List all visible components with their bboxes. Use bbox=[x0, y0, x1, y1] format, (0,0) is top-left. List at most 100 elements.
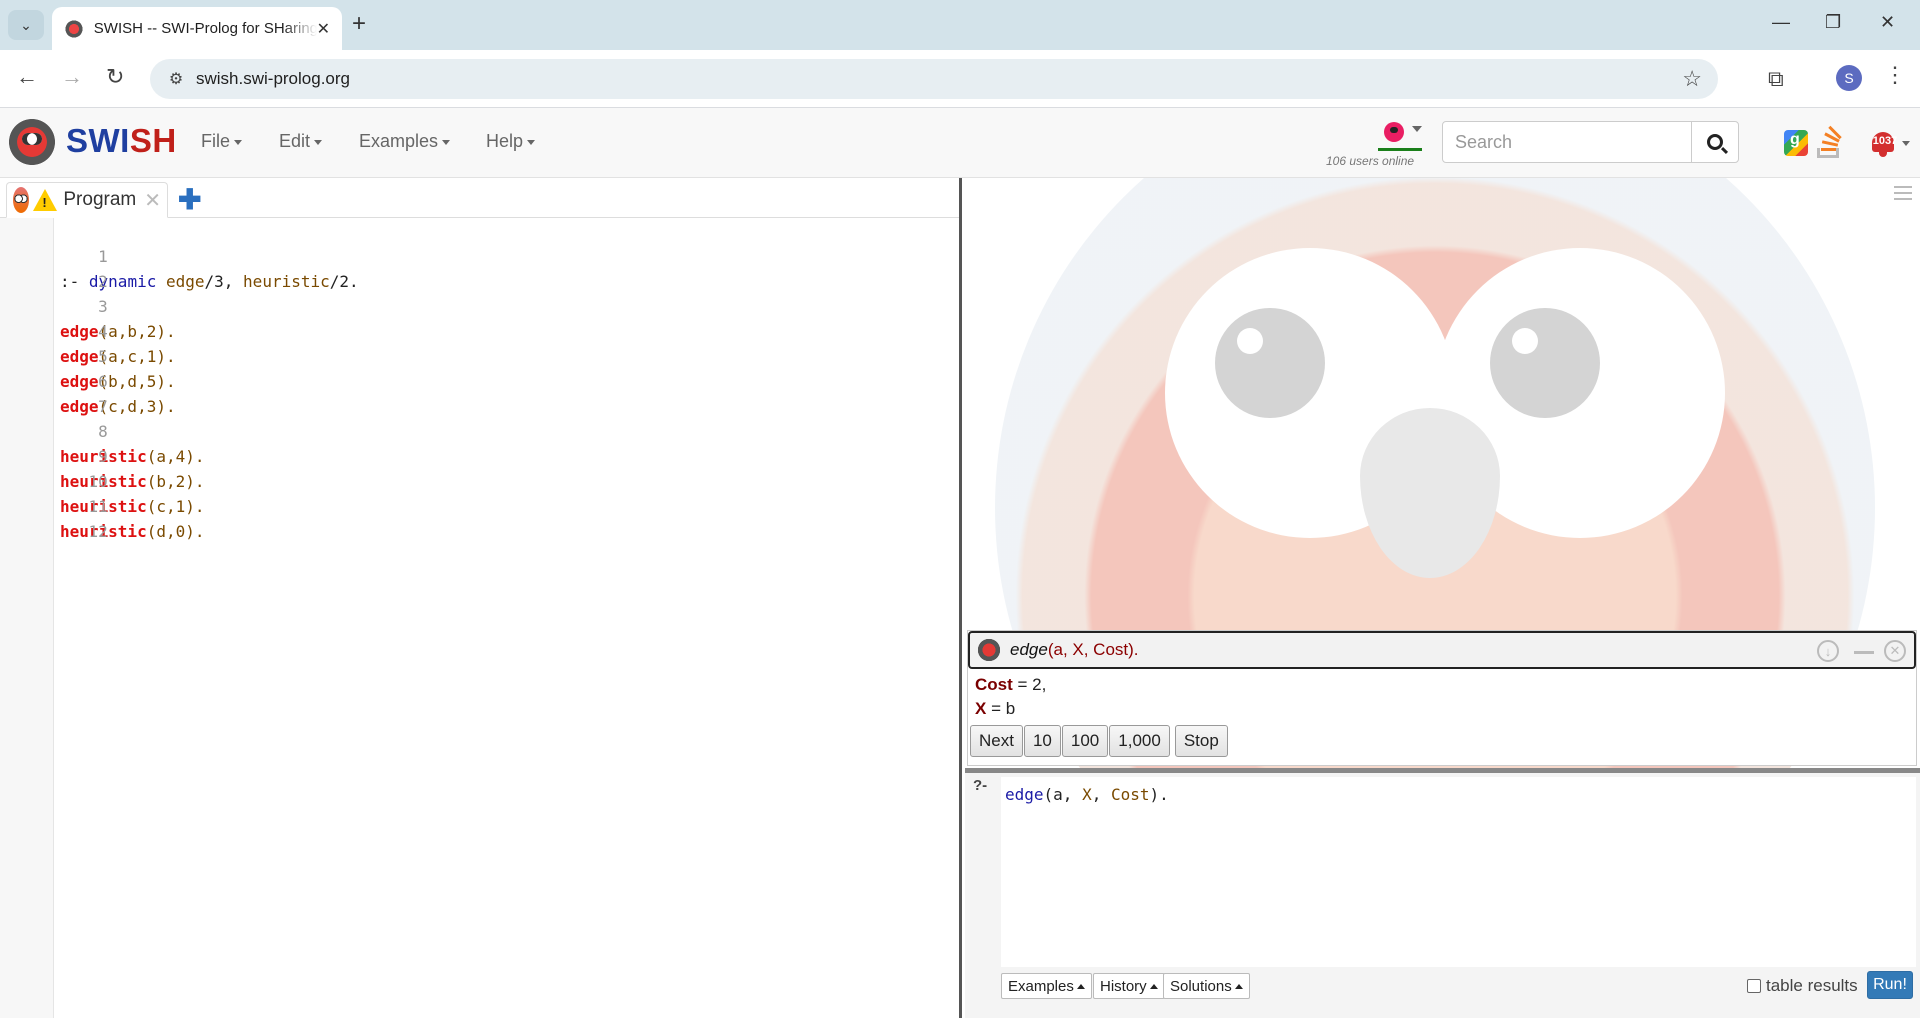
answer-binding: X = b bbox=[975, 699, 1015, 719]
notification-count: 1037 bbox=[1872, 135, 1898, 147]
examples-dropdown-button[interactable]: Examples bbox=[1001, 973, 1092, 999]
run-button[interactable]: Run! bbox=[1867, 971, 1913, 999]
editor-tab-bar: Program ✕ ✚ bbox=[0, 178, 959, 218]
close-window-button[interactable]: ✕ bbox=[1880, 12, 1895, 33]
search-button[interactable] bbox=[1691, 121, 1739, 163]
swish-navbar: SWISH File Edit Examples Help 106 users … bbox=[0, 108, 1920, 178]
extensions-icon[interactable]: ⧉ bbox=[1768, 66, 1784, 92]
profile-avatar[interactable]: S bbox=[1836, 65, 1862, 91]
answer-header: edge(a, X, Cost). ↓ ✕ bbox=[968, 631, 1916, 669]
stackoverflow-icon[interactable] bbox=[1815, 125, 1843, 158]
owl-pupil-right bbox=[1490, 308, 1600, 418]
browser-tab-active[interactable]: SWISH -- SWI-Prolog for SHaring ✕ bbox=[52, 7, 342, 50]
pane-menu-icon[interactable] bbox=[1894, 186, 1912, 204]
query-token: ). bbox=[1149, 785, 1169, 804]
add-tab-button[interactable]: ✚ bbox=[178, 183, 201, 216]
code-token: (a,b,2). bbox=[98, 322, 176, 341]
restore-window-button[interactable]: ❐ bbox=[1825, 12, 1841, 33]
back-button[interactable]: ← bbox=[16, 64, 38, 90]
binding-variable: Cost bbox=[975, 675, 1013, 694]
next-10-button[interactable]: 10 bbox=[1023, 725, 1061, 757]
browser-menu-icon[interactable]: ⋮ bbox=[1884, 62, 1906, 88]
code-token: (a,4). bbox=[146, 447, 205, 466]
minimize-answer-icon[interactable] bbox=[1854, 651, 1874, 654]
download-answer-icon[interactable]: ↓ bbox=[1817, 640, 1839, 662]
code-token: heuristic bbox=[243, 272, 330, 291]
site-info-icon[interactable]: ⚙ bbox=[156, 69, 196, 89]
query-token: X bbox=[1082, 785, 1092, 804]
address-url[interactable]: swish.swi-prolog.org bbox=[196, 69, 350, 89]
solution-controls: Next 10 100 1,000 Stop bbox=[970, 725, 1229, 757]
browser-toolbar: ← → ↻ ⚙ swish.swi-prolog.org ☆ ⧉ S ⋮ bbox=[0, 50, 1920, 108]
code-line: 1 :- dynamic edge/3, heuristic/2. bbox=[0, 219, 359, 291]
answer-query-text: edge(a, X, Cost). bbox=[1010, 640, 1139, 660]
forward-button[interactable]: → bbox=[61, 64, 83, 90]
next-1000-button[interactable]: 1,000 bbox=[1109, 725, 1170, 757]
next-button[interactable]: Next bbox=[970, 725, 1023, 757]
menu-help[interactable]: Help bbox=[486, 131, 535, 152]
query-editor[interactable]: edge(a, X, Cost). bbox=[1001, 777, 1916, 967]
table-results-label: table results bbox=[1766, 976, 1858, 995]
query-answer-panel: edge(a, X, Cost). ↓ ✕ Cost = 2, X = b Ne… bbox=[967, 630, 1917, 766]
query-token: (a, bbox=[1043, 785, 1083, 804]
close-answer-icon[interactable]: ✕ bbox=[1884, 640, 1906, 662]
answer-binding: Cost = 2, bbox=[975, 675, 1046, 695]
swish-logo-icon[interactable] bbox=[6, 116, 58, 168]
answer-query-args: (a, X, Cost). bbox=[1047, 640, 1139, 659]
bookmark-star-icon[interactable]: ☆ bbox=[1682, 66, 1702, 92]
program-tab-label: Program bbox=[63, 189, 137, 210]
user-avatar-icon[interactable] bbox=[1384, 122, 1404, 142]
code-line: 7 bbox=[0, 369, 108, 416]
next-100-button[interactable]: 100 bbox=[1061, 725, 1109, 757]
notification-caret-icon[interactable] bbox=[1902, 141, 1910, 146]
code-token: (b,d,5). bbox=[98, 372, 176, 391]
code-editor[interactable]: 1 :- dynamic edge/3, heuristic/2. 2 3 ed… bbox=[0, 218, 959, 1018]
line-number: 12 bbox=[88, 522, 108, 541]
swish-owl-icon bbox=[13, 187, 30, 213]
code-line: 12 bbox=[0, 494, 108, 541]
code-line: 2 bbox=[0, 244, 108, 291]
code-token: (a,c,1). bbox=[98, 347, 176, 366]
code-line: 5 edge(b,d,5). bbox=[0, 319, 176, 391]
table-results-checkbox[interactable] bbox=[1747, 979, 1761, 993]
code-line: 11 heuristic(d,0). bbox=[0, 469, 205, 541]
query-prompt: ?- bbox=[973, 777, 988, 794]
stop-button[interactable]: Stop bbox=[1174, 725, 1228, 757]
new-tab-button[interactable]: + bbox=[352, 12, 366, 36]
code-token: edge bbox=[165, 272, 205, 291]
swish-favicon-icon bbox=[64, 18, 84, 39]
code-line: 10 heuristic(c,1). bbox=[0, 444, 205, 516]
menu-examples[interactable]: Examples bbox=[359, 131, 450, 152]
users-online-count: 106 users online bbox=[1326, 154, 1415, 168]
query-panel: ?- edge(a, X, Cost). Examples History So… bbox=[965, 773, 1920, 1018]
minimize-window-button[interactable]: — bbox=[1772, 12, 1790, 33]
swish-gear-icon bbox=[976, 637, 1002, 663]
menu-edit[interactable]: Edit bbox=[279, 131, 322, 152]
results-pane: edge(a, X, Cost). ↓ ✕ Cost = 2, X = b Ne… bbox=[965, 178, 1920, 1018]
swish-brand[interactable]: SWISH bbox=[66, 122, 177, 160]
user-menu-caret-icon[interactable] bbox=[1412, 126, 1422, 132]
address-bar[interactable]: ⚙ swish.swi-prolog.org ☆ bbox=[150, 59, 1718, 99]
tab-search-dropdown[interactable]: ⌄ bbox=[8, 10, 44, 40]
browser-tab-title: SWISH -- SWI-Prolog for SHaring bbox=[93, 20, 317, 37]
code-line: 3 edge(a,b,2). bbox=[0, 269, 176, 341]
code-line: 4 edge(a,c,1). bbox=[0, 294, 176, 366]
code-token: (b,2). bbox=[146, 472, 205, 491]
answer-query-pred: edge bbox=[1010, 640, 1048, 659]
code-token: /3, bbox=[204, 272, 244, 291]
search-input[interactable] bbox=[1442, 121, 1692, 163]
close-program-tab-icon[interactable]: ✕ bbox=[144, 188, 161, 213]
binding-value: = b bbox=[986, 699, 1016, 718]
binding-variable: X bbox=[975, 699, 987, 718]
google-plus-icon[interactable] bbox=[1784, 130, 1808, 156]
code-line: 8 heuristic(a,4). bbox=[0, 394, 205, 466]
history-dropdown-button[interactable]: History bbox=[1093, 973, 1165, 999]
warning-icon bbox=[33, 189, 58, 211]
menu-file[interactable]: File bbox=[201, 131, 242, 152]
tab-program[interactable]: Program ✕ bbox=[6, 182, 168, 218]
reload-button[interactable]: ↻ bbox=[106, 64, 124, 90]
close-tab-icon[interactable]: ✕ bbox=[317, 19, 330, 39]
code-token: /2. bbox=[329, 272, 359, 291]
query-token: Cost bbox=[1110, 785, 1150, 804]
solutions-dropdown-button[interactable]: Solutions bbox=[1163, 973, 1250, 999]
